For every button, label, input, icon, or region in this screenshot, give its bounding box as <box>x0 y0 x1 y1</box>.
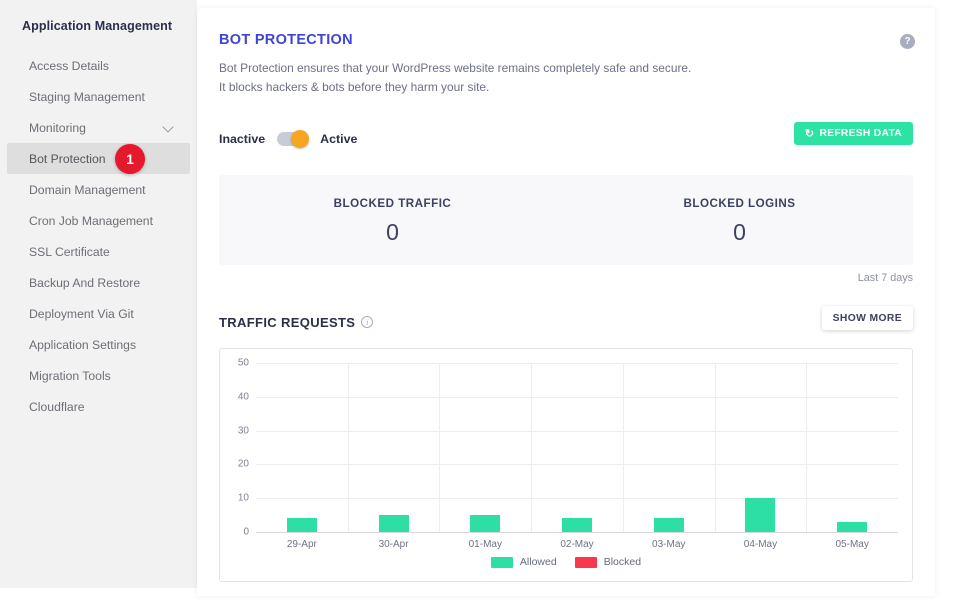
chart-y-tick-label: 0 <box>243 527 249 538</box>
legend-swatch <box>575 557 597 568</box>
info-icon[interactable]: i <box>361 316 373 328</box>
chart-x-tick-label: 29-Apr <box>256 539 348 550</box>
sidebar-item-cron-job-management[interactable]: Cron Job Management <box>7 205 190 236</box>
refresh-button-label: REFRESH DATA <box>820 128 903 139</box>
app-page: Application Management Access Details Sta… <box>0 0 960 607</box>
legend-label: Blocked <box>604 556 641 568</box>
chart-y-tick-label: 30 <box>238 425 249 436</box>
chart-y-tick-label: 20 <box>238 459 249 470</box>
sidebar-item-label: Deployment Via Git <box>29 307 134 321</box>
sidebar-item-cloudflare[interactable]: Cloudflare <box>7 391 190 422</box>
sidebar-item-label: Domain Management <box>29 183 146 197</box>
sidebar-item-backup-and-restore[interactable]: Backup And Restore <box>7 267 190 298</box>
sidebar-item-application-settings[interactable]: Application Settings <box>7 329 190 360</box>
stats-footnote: Last 7 days <box>219 272 913 284</box>
legend-swatch <box>491 557 513 568</box>
chart-plot-area: 01020304050 <box>256 363 898 532</box>
refresh-data-button[interactable]: ↻ REFRESH DATA <box>794 122 913 145</box>
sidebar-item-access-details[interactable]: Access Details <box>7 50 190 81</box>
stat-value: 0 <box>566 219 913 246</box>
chart-bar-group <box>806 363 898 532</box>
chart-x-tick-label: 02-May <box>531 539 623 550</box>
chart-x-tick-label: 01-May <box>439 539 531 550</box>
chart-bar[interactable] <box>837 522 867 532</box>
sidebar-item-label: Migration Tools <box>29 369 111 383</box>
card-description: Bot Protection ensures that your WordPre… <box>219 59 699 97</box>
sidebar-item-label: SSL Certificate <box>29 245 110 259</box>
chart-x-tick-label: 05-May <box>806 539 898 550</box>
sidebar-item-migration-tools[interactable]: Migration Tools <box>7 360 190 391</box>
chart-legend: Allowed Blocked <box>220 556 912 568</box>
step-badge: 1 <box>115 144 145 174</box>
chart-bar[interactable] <box>562 518 592 532</box>
main-content: BOT PROTECTION Bot Protection ensures th… <box>197 0 960 607</box>
page-title: BOT PROTECTION <box>219 32 913 48</box>
chart-bar-group <box>348 363 440 532</box>
legend-label: Allowed <box>520 556 557 568</box>
traffic-requests-chart: 01020304050 29-Apr30-Apr01-May02-May03-M… <box>219 348 913 582</box>
chart-bar-group <box>623 363 715 532</box>
stat-blocked-traffic: BLOCKED TRAFFIC 0 <box>219 175 566 265</box>
toggle-active-label: Active <box>320 132 357 146</box>
chart-y-tick-label: 40 <box>238 391 249 402</box>
chart-bar[interactable] <box>470 515 500 532</box>
refresh-icon: ↻ <box>805 127 815 140</box>
sidebar-item-label: Application Settings <box>29 338 136 352</box>
legend-item-blocked[interactable]: Blocked <box>575 556 641 568</box>
chart-x-axis: 29-Apr30-Apr01-May02-May03-May04-May05-M… <box>256 539 898 550</box>
protection-toggle-row: Inactive Active ↻ REFRESH DATA <box>219 126 913 152</box>
stat-blocked-logins: BLOCKED LOGINS 0 <box>566 175 913 265</box>
sidebar-item-label: Cron Job Management <box>29 214 153 228</box>
chart-bar-group <box>715 363 807 532</box>
chart-bar-group <box>256 363 348 532</box>
sidebar-item-label: Backup And Restore <box>29 276 140 290</box>
chart-bar[interactable] <box>654 518 684 532</box>
chart-bars <box>256 363 898 532</box>
chart-bar[interactable] <box>379 515 409 532</box>
chart-bar[interactable] <box>745 498 775 532</box>
show-more-button[interactable]: SHOW MORE <box>822 306 913 330</box>
chart-y-tick-label: 10 <box>238 493 249 504</box>
stat-label: BLOCKED LOGINS <box>566 197 913 210</box>
sidebar-item-label: Staging Management <box>29 90 145 104</box>
chart-bar-group <box>531 363 623 532</box>
chart-bar-group <box>439 363 531 532</box>
sidebar-item-bot-protection[interactable]: Bot Protection 1 <box>7 143 190 174</box>
stat-value: 0 <box>219 219 566 246</box>
legend-item-allowed[interactable]: Allowed <box>491 556 557 568</box>
sidebar-item-monitoring[interactable]: Monitoring <box>7 112 190 143</box>
sidebar-item-ssl-certificate[interactable]: SSL Certificate <box>7 236 190 267</box>
sidebar-title: Application Management <box>0 19 197 33</box>
chart-x-tick-label: 03-May <box>623 539 715 550</box>
chart-x-tick-label: 30-Apr <box>348 539 440 550</box>
bot-protection-card: BOT PROTECTION Bot Protection ensures th… <box>197 8 935 596</box>
chart-x-tick-label: 04-May <box>715 539 807 550</box>
help-icon[interactable]: ? <box>900 34 915 49</box>
sidebar-item-label: Cloudflare <box>29 400 85 414</box>
sidebar-item-domain-management[interactable]: Domain Management <box>7 174 190 205</box>
sidebar-nav: Access Details Staging Management Monitori… <box>0 50 197 422</box>
traffic-requests-title: TRAFFIC REQUESTS <box>219 315 355 330</box>
stats-panel: BLOCKED TRAFFIC 0 BLOCKED LOGINS 0 <box>219 175 913 265</box>
card-header: BOT PROTECTION Bot Protection ensures th… <box>219 32 913 97</box>
sidebar-item-label: Bot Protection <box>29 152 106 166</box>
chart-y-tick-label: 50 <box>238 358 249 369</box>
toggle-knob <box>291 130 309 148</box>
chart-gridline <box>256 532 898 533</box>
bot-protection-toggle[interactable] <box>277 132 308 146</box>
chart-bar[interactable] <box>287 518 317 532</box>
sidebar-item-label: Monitoring <box>29 121 86 135</box>
stat-label: BLOCKED TRAFFIC <box>219 197 566 210</box>
sidebar: Application Management Access Details Sta… <box>0 0 197 588</box>
chevron-down-icon[interactable] <box>163 121 176 134</box>
traffic-requests-header: TRAFFIC REQUESTS i SHOW MORE <box>219 310 913 334</box>
sidebar-item-label: Access Details <box>29 59 109 73</box>
sidebar-item-deployment-via-git[interactable]: Deployment Via Git <box>7 298 190 329</box>
sidebar-item-staging-management[interactable]: Staging Management <box>7 81 190 112</box>
toggle-inactive-label: Inactive <box>219 132 265 146</box>
